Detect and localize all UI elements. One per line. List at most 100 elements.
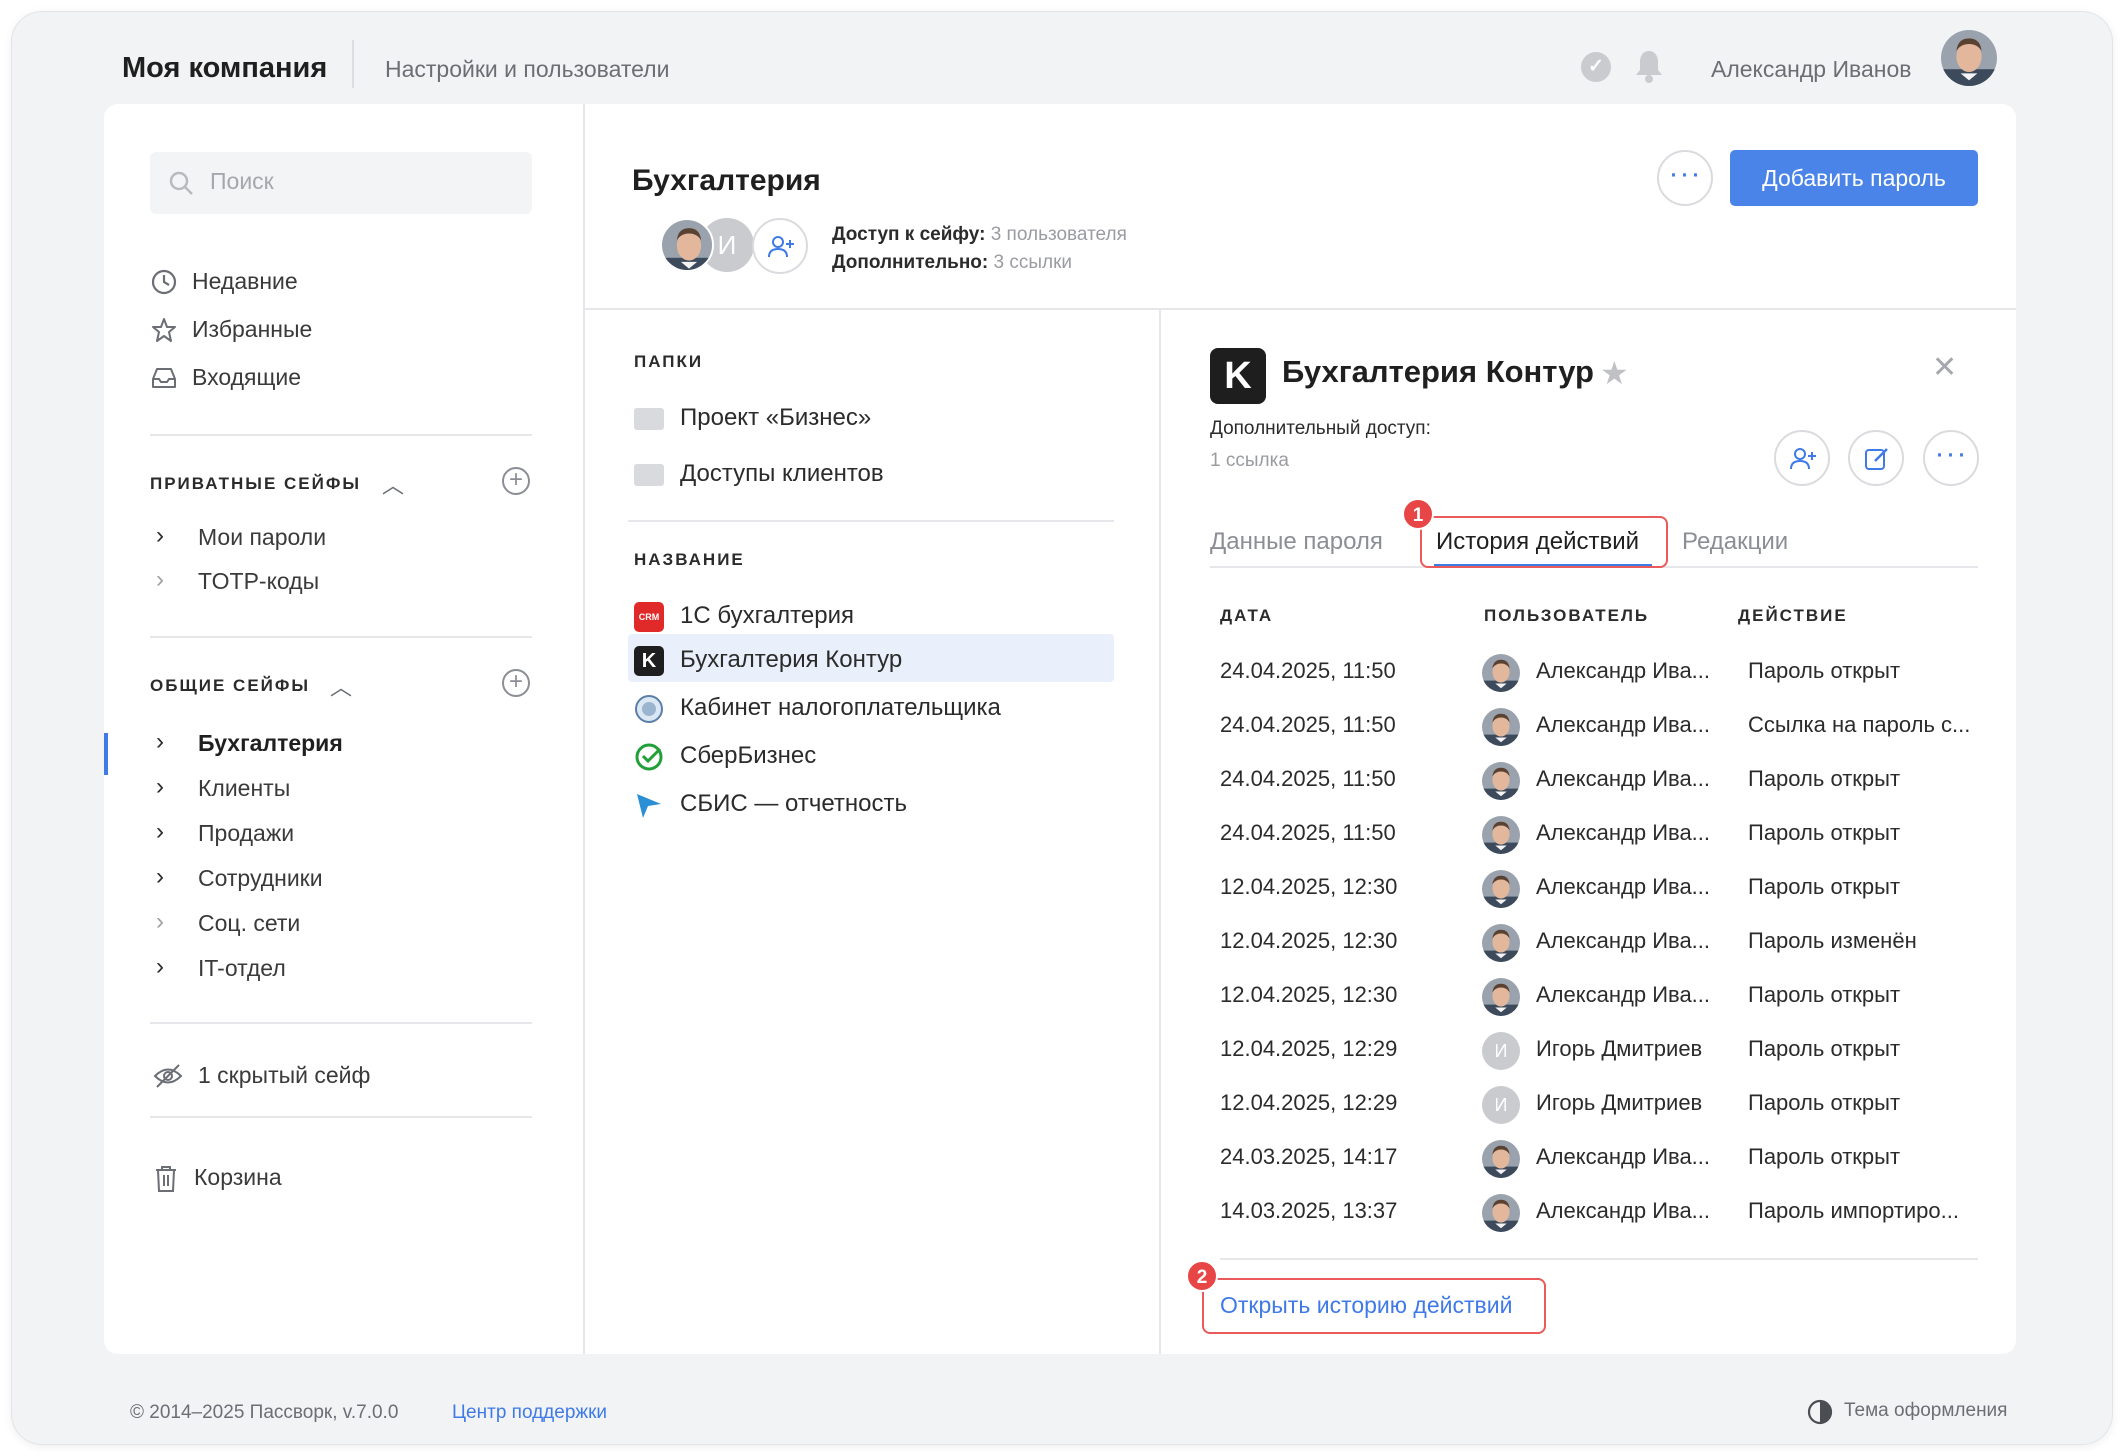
history-user: Александр Ива... bbox=[1536, 928, 1711, 953]
tab-password-data[interactable]: Данные пароля bbox=[1210, 528, 1383, 556]
close-icon[interactable]: ✕ bbox=[1932, 350, 1957, 385]
support-link[interactable]: Центр поддержки bbox=[452, 1402, 607, 1424]
history-row[interactable]: 12.04.2025, 12:29 И Игорь Дмитриев Пароль о… bbox=[1210, 1030, 1978, 1074]
theme-toggle-label[interactable]: Тема оформления bbox=[1844, 1400, 2007, 1422]
extra-value[interactable]: 3 ссылки bbox=[994, 252, 1073, 273]
user-avatar bbox=[1482, 654, 1520, 692]
check-icon[interactable]: ✓ bbox=[1581, 52, 1611, 82]
user-avatar bbox=[1482, 870, 1520, 908]
kontur-icon: K bbox=[634, 646, 664, 676]
history-action: Пароль импортиро... bbox=[1748, 1198, 1959, 1223]
share-user-button[interactable] bbox=[1774, 430, 1830, 486]
vault-header-divider bbox=[585, 308, 2016, 310]
user-avatar[interactable] bbox=[1941, 30, 1997, 86]
nav-favorites-label: Избранные bbox=[192, 316, 313, 342]
history-date: 12.04.2025, 12:30 bbox=[1220, 982, 1398, 1007]
add-member-button[interactable] bbox=[752, 218, 808, 274]
history-user: Александр Ива... bbox=[1536, 712, 1711, 737]
user-avatar-initial: И bbox=[1482, 1032, 1520, 1070]
highlight-box-history-tab bbox=[1420, 516, 1668, 568]
chevron-right-icon: › bbox=[156, 863, 164, 890]
app-window: Моя компания Настройки и пользователи ✓ … bbox=[12, 12, 2112, 1444]
folder-icon bbox=[634, 464, 664, 486]
vault-label: Мои пароли bbox=[198, 524, 327, 550]
item-more-button[interactable]: ··· bbox=[1923, 430, 1979, 486]
history-row[interactable]: 24.04.2025, 11:50 Александр Ива... Пароль … bbox=[1210, 814, 1978, 858]
history-row[interactable]: 12.04.2025, 12:29 И Игорь Дмитриев Пароль о… bbox=[1210, 1084, 1978, 1128]
user-avatar bbox=[1482, 816, 1520, 854]
col-action-header: ДЕЙСТВИЕ bbox=[1738, 606, 1848, 625]
search-icon bbox=[169, 171, 193, 195]
chevron-right-icon: › bbox=[156, 818, 164, 845]
history-user: Александр Ива... bbox=[1536, 766, 1711, 791]
tab-revisions[interactable]: Редакции bbox=[1682, 528, 1788, 556]
folder-label: Доступы клиентов bbox=[680, 460, 884, 487]
private-vaults-header[interactable]: ПРИВАТНЫЕ СЕЙФЫ bbox=[150, 474, 361, 494]
item-title: Бухгалтерия Контур bbox=[1282, 354, 1594, 389]
add-shared-vault-button[interactable]: + bbox=[502, 669, 530, 697]
history-row[interactable]: 24.03.2025, 14:17 Александр Ива... Пароль … bbox=[1210, 1138, 1978, 1182]
star-icon bbox=[152, 318, 176, 342]
history-date: 12.04.2025, 12:30 bbox=[1220, 928, 1398, 953]
collapse-shared-icon[interactable]: ︿ bbox=[330, 670, 352, 702]
history-date: 12.04.2025, 12:29 bbox=[1220, 1090, 1398, 1115]
folder-icon bbox=[634, 408, 664, 430]
password-item-label: СберБизнес bbox=[680, 742, 817, 769]
access-value[interactable]: 3 пользователя bbox=[991, 224, 1127, 245]
history-action: Пароль открыт bbox=[1748, 1090, 1901, 1115]
user-plus-icon bbox=[1790, 448, 1816, 470]
vault-more-button[interactable]: ··· bbox=[1657, 150, 1713, 206]
history-row[interactable]: 24.04.2025, 11:50 Александр Ива... Пароль … bbox=[1210, 652, 1978, 696]
history-user: Александр Ива... bbox=[1536, 820, 1711, 845]
collapse-private-icon[interactable]: ︿ bbox=[382, 468, 404, 500]
shared-vaults-header[interactable]: ОБЩИЕ СЕЙФЫ bbox=[150, 676, 310, 696]
theme-toggle-icon[interactable] bbox=[1806, 1398, 1834, 1431]
bell-icon[interactable] bbox=[1633, 48, 1665, 84]
user-avatar bbox=[1482, 708, 1520, 746]
active-vault-indicator bbox=[104, 733, 108, 775]
user-name[interactable]: Александр Иванов bbox=[1711, 56, 1911, 83]
history-row[interactable]: 12.04.2025, 12:30 Александр Ива... Пароль … bbox=[1210, 922, 1978, 966]
chevron-right-icon: › bbox=[156, 773, 164, 800]
add-password-button[interactable]: Добавить пароль bbox=[1730, 150, 1978, 206]
history-user: Игорь Дмитриев bbox=[1536, 1090, 1703, 1115]
history-user: Александр Ива... bbox=[1536, 982, 1711, 1007]
trash-icon bbox=[156, 1166, 176, 1192]
sidebar-separator bbox=[150, 1116, 532, 1118]
company-name[interactable]: Моя компания bbox=[122, 52, 327, 85]
open-history-link[interactable]: Открыть историю действий bbox=[1220, 1292, 1512, 1319]
password-item-label: Кабинет налогоплательщика bbox=[680, 694, 1001, 721]
list-divider bbox=[1159, 310, 1161, 1354]
copyright: © 2014–2025 Пассворк, v.7.0.0 bbox=[130, 1402, 399, 1423]
vault-title: Бухгалтерия bbox=[632, 164, 821, 197]
history-row[interactable]: 14.03.2025, 13:37 Александр Ива... Пароль … bbox=[1210, 1192, 1978, 1236]
access-label: Доступ к сейфу: bbox=[832, 224, 986, 245]
favorite-star-icon[interactable]: ★ bbox=[1600, 354, 1629, 392]
trash-label: Корзина bbox=[194, 1164, 282, 1190]
history-user: Игорь Дмитриев bbox=[1536, 1036, 1703, 1061]
history-action: Пароль открыт bbox=[1748, 658, 1901, 683]
history-row[interactable]: 24.04.2025, 11:50 Александр Ива... Ссылка … bbox=[1210, 706, 1978, 750]
search-input[interactable]: Поиск bbox=[150, 152, 532, 214]
settings-link[interactable]: Настройки и пользователи bbox=[385, 56, 669, 83]
history-date: 14.03.2025, 13:37 bbox=[1220, 1198, 1398, 1223]
search-placeholder: Поиск bbox=[210, 168, 274, 194]
history-row[interactable]: 12.04.2025, 12:30 Александр Ива... Пароль … bbox=[1210, 976, 1978, 1020]
add-private-vault-button[interactable]: + bbox=[502, 467, 530, 495]
extra-access-label: Дополнительный доступ: bbox=[1210, 418, 1431, 439]
user-avatar-initial: И bbox=[1482, 1086, 1520, 1124]
vault-label: Соц. сети bbox=[198, 910, 301, 936]
password-item-label: СБИС — отчетность bbox=[680, 790, 907, 817]
history-row[interactable]: 24.04.2025, 11:50 Александр Ива... Пароль … bbox=[1210, 760, 1978, 804]
sber-icon bbox=[635, 743, 663, 771]
member-avatar[interactable] bbox=[660, 218, 714, 272]
user-avatar bbox=[1482, 1194, 1520, 1232]
history-user: Александр Ива... bbox=[1536, 1198, 1711, 1223]
history-action: Ссылка на пароль с... bbox=[1748, 712, 1971, 737]
edit-button[interactable] bbox=[1848, 430, 1904, 486]
history-user: Александр Ива... bbox=[1536, 874, 1711, 899]
extra-access-value[interactable]: 1 ссылка bbox=[1210, 450, 1289, 472]
list-separator bbox=[628, 520, 1114, 522]
history-row[interactable]: 12.04.2025, 12:30 Александр Ива... Пароль … bbox=[1210, 868, 1978, 912]
crm-icon: CRM bbox=[634, 602, 664, 632]
